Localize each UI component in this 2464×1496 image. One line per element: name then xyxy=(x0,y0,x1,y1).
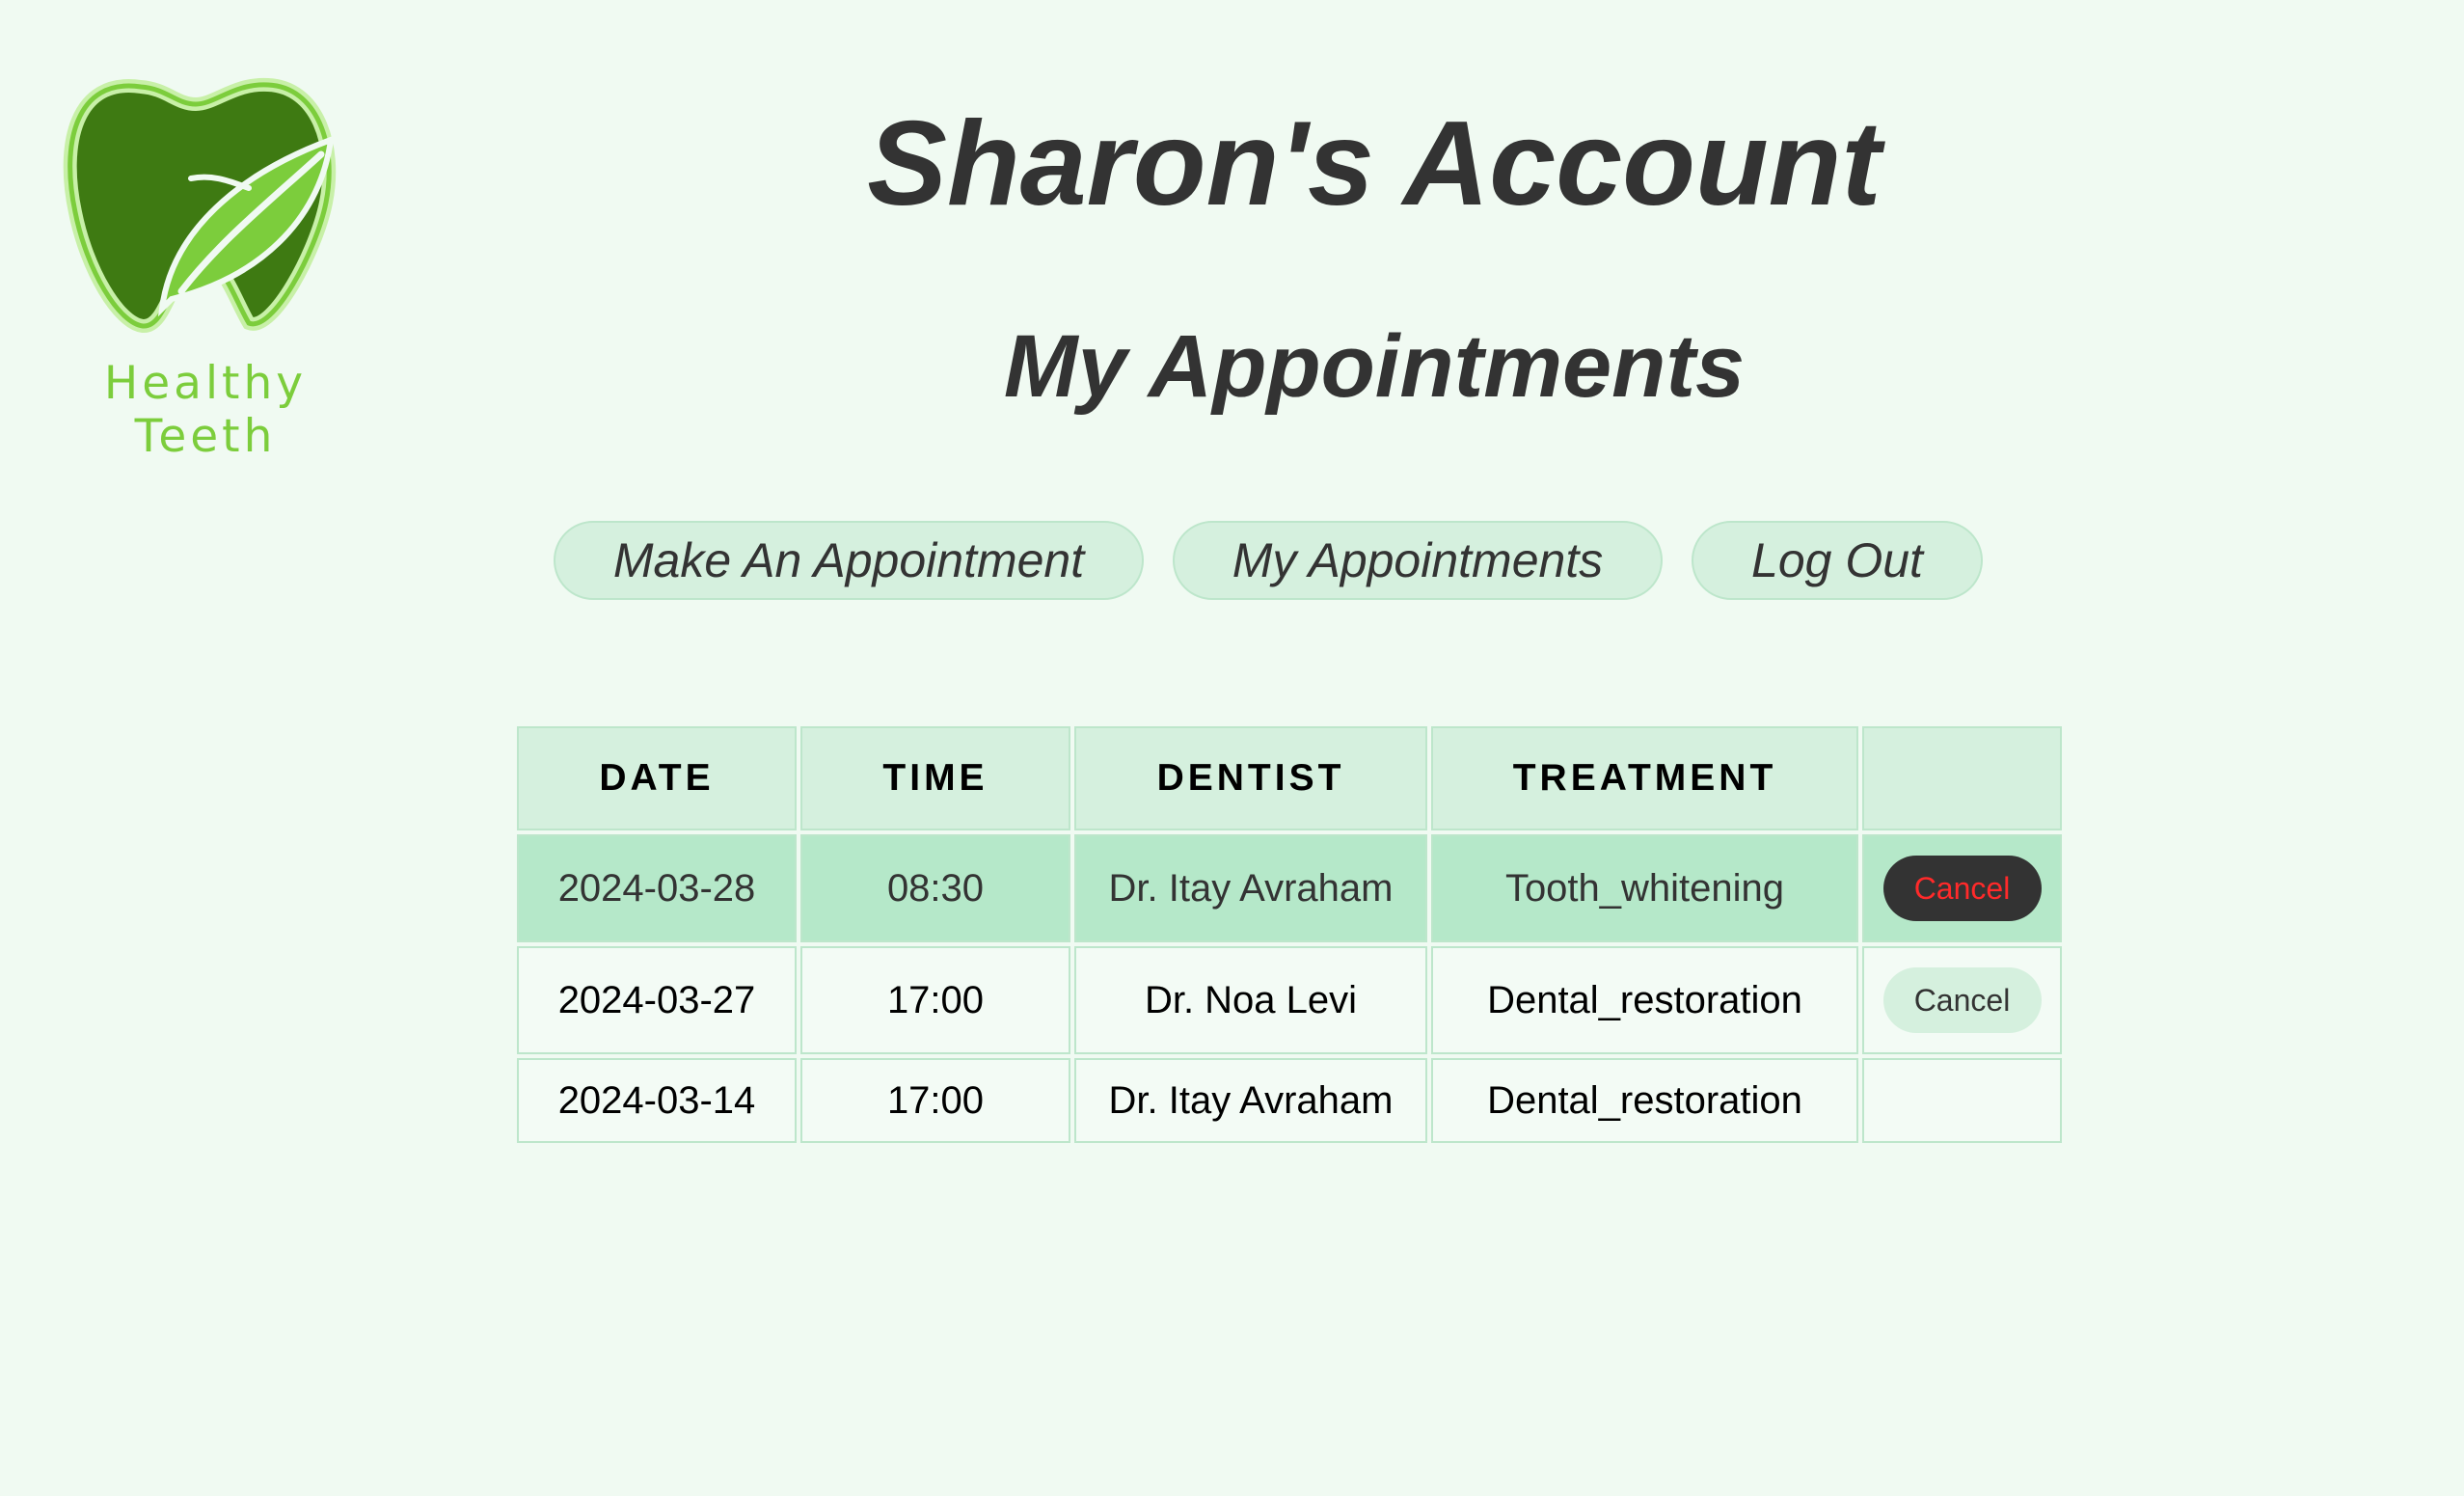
log-out-button[interactable]: Log Out xyxy=(1692,521,1983,600)
appointments-table: DATE TIME DENTIST TREATMENT 2024-03-28 0… xyxy=(513,722,2066,1147)
cell-action xyxy=(1862,1058,2062,1143)
my-appointments-button[interactable]: My Appointments xyxy=(1173,521,1663,600)
column-header-treatment: TREATMENT xyxy=(1431,726,1858,830)
page-subtitle: My Appointments xyxy=(1003,317,1746,416)
cancel-button[interactable]: Cancel xyxy=(1882,856,2042,921)
page: Healthy Teeth Sharon's Account My Appoin… xyxy=(0,0,2464,1496)
cancel-button[interactable]: Cancel xyxy=(1882,967,2042,1033)
cell-date: 2024-03-27 xyxy=(517,946,797,1054)
cell-date: 2024-03-14 xyxy=(517,1058,797,1143)
page-title: Sharon's Account xyxy=(867,97,1882,231)
nav-bar: Make An Appointment My Appointments Log … xyxy=(554,521,1983,600)
cell-action: Cancel xyxy=(1862,834,2062,942)
table-row: 2024-03-27 17:00 Dr. Noa Levi Dental_res… xyxy=(517,946,2062,1054)
cell-date: 2024-03-28 xyxy=(517,834,797,942)
table-row: 2024-03-14 17:00 Dr. Itay Avraham Dental… xyxy=(517,1058,2062,1143)
column-header-actions xyxy=(1862,726,2062,830)
column-header-time: TIME xyxy=(800,726,1070,830)
table-row: 2024-03-28 08:30 Dr. Itay Avraham Tooth_… xyxy=(517,834,2062,942)
cell-treatment: Dental_restoration xyxy=(1431,1058,1858,1143)
column-header-date: DATE xyxy=(517,726,797,830)
make-appointment-button[interactable]: Make An Appointment xyxy=(554,521,1144,600)
cell-treatment: Dental_restoration xyxy=(1431,946,1858,1054)
cell-time: 17:00 xyxy=(800,946,1070,1054)
table-header-row: DATE TIME DENTIST TREATMENT xyxy=(517,726,2062,830)
cell-time: 08:30 xyxy=(800,834,1070,942)
column-header-dentist: DENTIST xyxy=(1074,726,1427,830)
cell-action: Cancel xyxy=(1862,946,2062,1054)
cell-treatment: Tooth_whitening xyxy=(1431,834,1858,942)
cell-time: 17:00 xyxy=(800,1058,1070,1143)
cell-dentist: Dr. Itay Avraham xyxy=(1074,1058,1427,1143)
cell-dentist: Dr. Noa Levi xyxy=(1074,946,1427,1054)
cell-dentist: Dr. Itay Avraham xyxy=(1074,834,1427,942)
